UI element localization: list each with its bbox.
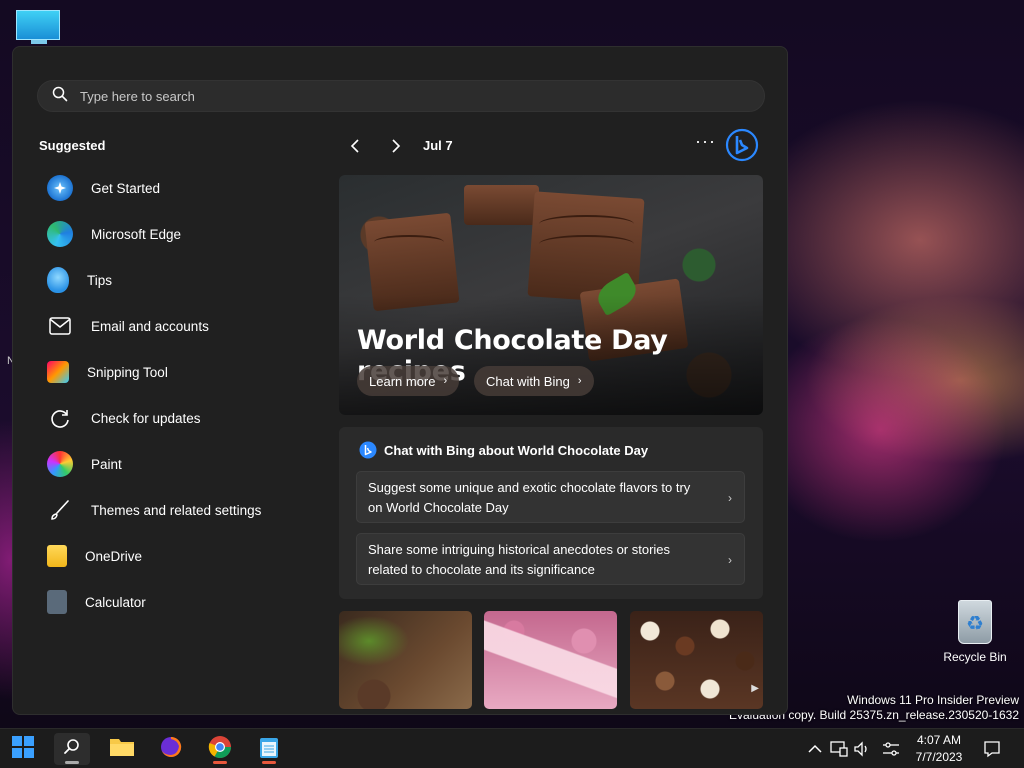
paint-icon bbox=[47, 451, 73, 477]
hero-card[interactable]: World Chocolate Day recipes Learn more ›… bbox=[339, 175, 763, 415]
chrome-button[interactable] bbox=[202, 733, 238, 765]
taskbar: 4:07 AM 7/7/2023 bbox=[0, 728, 1024, 768]
running-indicator bbox=[262, 761, 276, 764]
chrome-icon bbox=[208, 735, 232, 764]
brush-icon bbox=[47, 497, 73, 523]
file-explorer-button[interactable] bbox=[104, 733, 140, 765]
chevron-right-icon[interactable] bbox=[385, 135, 407, 157]
suggested-item-label: Themes and related settings bbox=[91, 502, 262, 518]
chat-prompt-text: Suggest some unique and exotic chocolate… bbox=[368, 480, 691, 515]
suggested-item-label: Check for updates bbox=[91, 410, 201, 426]
suggested-item-get-started[interactable]: Get Started bbox=[39, 165, 309, 211]
active-indicator bbox=[65, 761, 79, 764]
notification-icon[interactable] bbox=[982, 739, 1002, 759]
bing-chat-card: Chat with Bing about World Chocolate Day… bbox=[339, 427, 763, 599]
suggested-item-label: OneDrive bbox=[85, 548, 143, 564]
chevron-left-icon[interactable] bbox=[344, 135, 366, 157]
suggested-item-label: Tips bbox=[87, 272, 113, 288]
suggested-item-onedrive[interactable]: OneDrive bbox=[39, 533, 309, 579]
suggested-item-snipping-tool[interactable]: Snipping Tool bbox=[39, 349, 309, 395]
refresh-icon bbox=[47, 405, 73, 431]
bing-chat-title-text: Chat with Bing about World Chocolate Day bbox=[384, 442, 649, 458]
scroll-right-icon[interactable]: ▶ bbox=[751, 683, 759, 694]
bing-chat-icon[interactable] bbox=[725, 128, 759, 162]
snipping-tool-icon bbox=[47, 361, 69, 383]
chat-with-bing-button[interactable]: Chat with Bing › bbox=[474, 366, 594, 396]
bing-logo-icon bbox=[359, 441, 377, 459]
suggested-item-label: Calculator bbox=[85, 594, 146, 610]
folder-icon bbox=[109, 736, 135, 763]
bing-chat-title: Chat with Bing about World Chocolate Day bbox=[359, 441, 648, 459]
learn-more-label: Learn more bbox=[369, 373, 436, 389]
more-options-icon[interactable]: ··· bbox=[695, 131, 716, 152]
notepad-icon bbox=[259, 735, 279, 764]
edge-icon bbox=[47, 221, 73, 247]
start-button[interactable] bbox=[5, 733, 41, 765]
mail-icon bbox=[47, 313, 73, 339]
thumbnail-pink-chocolate[interactable] bbox=[484, 611, 617, 709]
search-taskbar-button[interactable] bbox=[54, 733, 90, 765]
firefox-icon bbox=[159, 735, 183, 764]
search-panel: Suggested Get Started Microsoft Edge Tip… bbox=[12, 46, 788, 715]
thumbnail-truffles[interactable]: ▶ bbox=[630, 611, 763, 709]
highlights-nav: Jul 7 ··· bbox=[339, 128, 759, 162]
settings-sliders-icon[interactable] bbox=[881, 739, 901, 759]
chevron-right-icon: › bbox=[728, 553, 732, 567]
chevron-right-icon: › bbox=[577, 375, 582, 387]
this-pc-icon[interactable] bbox=[16, 10, 62, 46]
recycle-bin-icon bbox=[958, 600, 992, 644]
windows-logo-icon bbox=[12, 735, 34, 763]
chat-with-bing-label: Chat with Bing bbox=[486, 373, 570, 389]
volume-icon[interactable] bbox=[852, 739, 872, 759]
chevron-right-icon: › bbox=[728, 491, 732, 505]
clock-date: 7/7/2023 bbox=[915, 750, 963, 764]
clock-time: 4:07 AM bbox=[916, 733, 962, 747]
network-icon[interactable] bbox=[829, 739, 849, 759]
highlights-date: Jul 7 bbox=[423, 138, 453, 153]
search-box[interactable] bbox=[37, 80, 765, 112]
suggested-item-calculator[interactable]: Calculator bbox=[39, 579, 309, 625]
calculator-icon bbox=[47, 590, 67, 614]
suggested-item-label: Snipping Tool bbox=[87, 364, 168, 380]
chevron-right-icon: › bbox=[443, 375, 448, 387]
suggested-item-check-updates[interactable]: Check for updates bbox=[39, 395, 309, 441]
suggested-item-label: Paint bbox=[91, 456, 122, 472]
chat-prompt-2[interactable]: Share some intriguing historical anecdot… bbox=[356, 533, 745, 585]
thumbnail-cocoa[interactable] bbox=[339, 611, 472, 709]
tips-icon bbox=[47, 267, 69, 293]
search-icon bbox=[52, 86, 68, 107]
notepad-button[interactable] bbox=[251, 733, 287, 765]
firefox-button[interactable] bbox=[153, 733, 189, 765]
suggested-item-themes[interactable]: Themes and related settings bbox=[39, 487, 309, 533]
suggested-item-label: Email and accounts bbox=[91, 318, 209, 334]
suggested-item-email-accounts[interactable]: Email and accounts bbox=[39, 303, 309, 349]
suggested-item-tips[interactable]: Tips bbox=[39, 257, 309, 303]
search-icon bbox=[63, 738, 81, 761]
suggested-item-label: Get Started bbox=[91, 180, 161, 196]
running-indicator bbox=[213, 761, 227, 764]
get-started-icon bbox=[47, 175, 73, 201]
search-input[interactable] bbox=[80, 88, 680, 104]
chevron-up-icon[interactable] bbox=[805, 739, 825, 759]
suggested-item-paint[interactable]: Paint bbox=[39, 441, 309, 487]
suggested-list: Get Started Microsoft Edge Tips Email an… bbox=[39, 165, 309, 625]
chat-prompt-text: Share some intriguing historical anecdot… bbox=[368, 542, 671, 577]
chat-prompt-1[interactable]: Suggest some unique and exotic chocolate… bbox=[356, 471, 745, 523]
system-clock[interactable]: 4:07 AM 7/7/2023 bbox=[910, 732, 968, 766]
learn-more-button[interactable]: Learn more › bbox=[357, 366, 460, 396]
recycle-bin-label: Recycle Bin bbox=[943, 650, 1007, 664]
suggested-heading: Suggested bbox=[39, 138, 106, 153]
suggested-item-microsoft-edge[interactable]: Microsoft Edge bbox=[39, 211, 309, 257]
recycle-bin[interactable]: Recycle Bin bbox=[940, 600, 1010, 664]
onedrive-icon bbox=[47, 545, 67, 567]
suggested-item-label: Microsoft Edge bbox=[91, 226, 182, 242]
highlight-thumbnails: ▶ bbox=[339, 611, 763, 709]
